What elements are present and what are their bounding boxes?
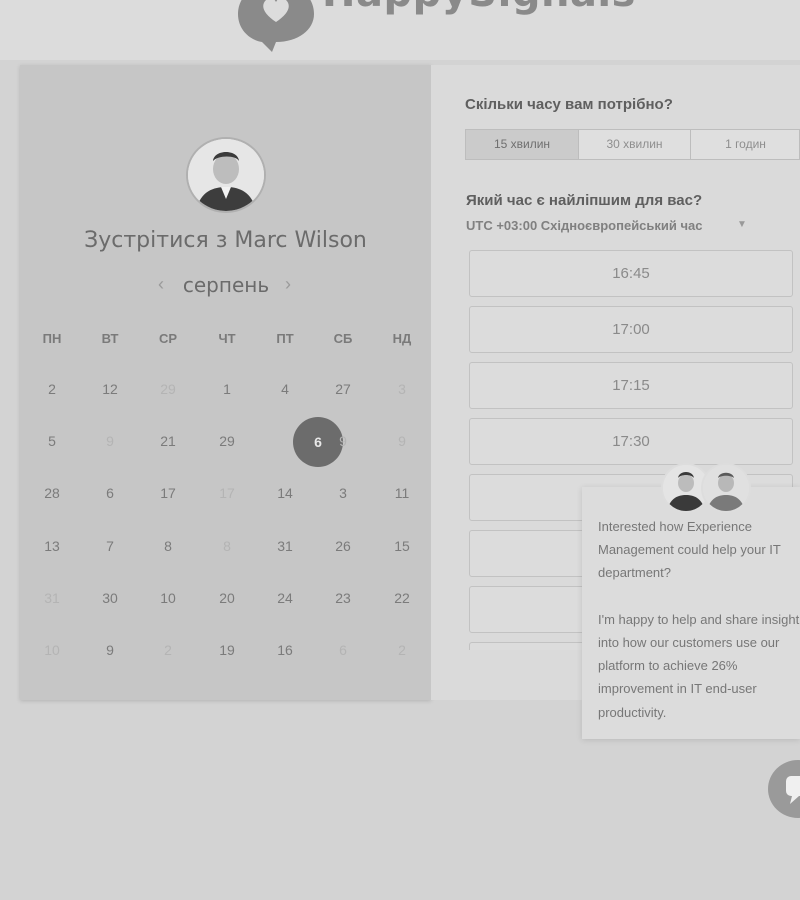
- logo-text: HappySignals: [322, 0, 636, 16]
- agent-avatar: [701, 463, 751, 513]
- duration-option[interactable]: 15 хвилин: [466, 130, 579, 159]
- calendar-day[interactable]: 10: [145, 590, 191, 606]
- calendar-day: 10: [44, 642, 60, 658]
- calendar-day[interactable]: 21: [145, 433, 191, 449]
- calendar-day: 9: [398, 433, 406, 449]
- calendar-day[interactable]: 11: [379, 485, 425, 501]
- time-slot-button[interactable]: 17:30: [469, 418, 793, 465]
- weekday-label: ПТ: [276, 331, 294, 346]
- weekday-label: НД: [392, 331, 412, 346]
- time-slot-button[interactable]: 17:00: [469, 306, 793, 353]
- duration-option[interactable]: 1 годин: [691, 130, 800, 159]
- calendar-day: 9: [106, 433, 114, 449]
- calendar-day[interactable]: 22: [379, 590, 425, 606]
- calendar-day: 6: [339, 642, 347, 658]
- weekday-label: ПН: [42, 331, 62, 346]
- duration-question: Скільки часу вам потрібно?: [465, 96, 673, 113]
- calendar-day: 8: [223, 538, 231, 554]
- calendar-day[interactable]: 23: [320, 590, 366, 606]
- calendar-day[interactable]: 31: [262, 538, 308, 554]
- calendar-day[interactable]: 20: [204, 590, 250, 606]
- calendar-day[interactable]: 29: [204, 433, 250, 449]
- calendar-day[interactable]: 28: [29, 485, 75, 501]
- chevron-down-icon[interactable]: ▼: [737, 219, 747, 230]
- calendar-day[interactable]: 7: [87, 538, 133, 554]
- calendar-day[interactable]: 24: [262, 590, 308, 606]
- weekday-label: СБ: [333, 331, 353, 346]
- calendar-day[interactable]: 2: [29, 381, 75, 397]
- calendar-day: 3: [398, 381, 406, 397]
- calendar-day[interactable]: 13: [29, 538, 75, 554]
- duration-option[interactable]: 30 хвилин: [579, 130, 691, 159]
- next-month-icon[interactable]: ›: [285, 274, 291, 295]
- calendar-day[interactable]: 16: [262, 642, 308, 658]
- calendar-day: 2: [398, 642, 406, 658]
- calendar-day[interactable]: 15: [379, 538, 425, 554]
- calendar-day[interactable]: 4: [262, 381, 308, 397]
- page-header: HappySignals: [0, 0, 800, 60]
- calendar-day: 17: [219, 485, 235, 501]
- chat-agent-avatars: [661, 463, 761, 513]
- calendar-day: 2: [164, 642, 172, 658]
- calendar-day[interactable]: 9: [87, 642, 133, 658]
- calendar-day[interactable]: 30: [87, 590, 133, 606]
- host-avatar: [186, 137, 266, 213]
- happysignals-logo[interactable]: HappySignals: [236, 0, 656, 58]
- meeting-title: Зустрітися з Marc Wilson: [84, 228, 367, 253]
- calendar-day: 9: [339, 433, 347, 449]
- time-slot-button[interactable]: 17:15: [469, 362, 793, 409]
- weekday-label: ВТ: [101, 331, 119, 346]
- calendar-day[interactable]: 1: [204, 381, 250, 397]
- chat-launcher-button[interactable]: [768, 760, 800, 818]
- calendar-day[interactable]: 8: [145, 538, 191, 554]
- calendar-day[interactable]: 19: [204, 642, 250, 658]
- calendar-day[interactable]: 17: [145, 485, 191, 501]
- calendar-day[interactable]: 14: [262, 485, 308, 501]
- weekday-label: ЧТ: [218, 331, 236, 346]
- calendar-day[interactable]: 12: [87, 381, 133, 397]
- duration-selector: 15 хвилин 30 хвилин 1 годин: [465, 129, 800, 160]
- calendar-day[interactable]: 26: [320, 538, 366, 554]
- calendar-day[interactable]: 6: [87, 485, 133, 501]
- weekday-label: СР: [158, 331, 178, 346]
- timezone-select[interactable]: UTC +03:00 Східноєвропейський час: [466, 218, 703, 233]
- calendar-day: 31: [44, 590, 60, 606]
- time-question: Який час є найліпшим для вас?: [466, 192, 703, 209]
- calendar-day[interactable]: 3: [320, 485, 366, 501]
- chat-message: Interested how Experience Management cou…: [598, 519, 800, 720]
- time-slot-button[interactable]: 16:45: [469, 250, 793, 297]
- chat-bubble-icon: [786, 776, 800, 804]
- calendar-day: 29: [160, 381, 176, 397]
- calendar-day[interactable]: 27: [320, 381, 366, 397]
- calendar-day[interactable]: 5: [29, 433, 75, 449]
- month-navigation: ‹ серпень ›: [140, 272, 312, 300]
- speech-bubble-logo-icon: [238, 0, 314, 52]
- chat-popup[interactable]: Interested how Experience Management cou…: [582, 487, 800, 739]
